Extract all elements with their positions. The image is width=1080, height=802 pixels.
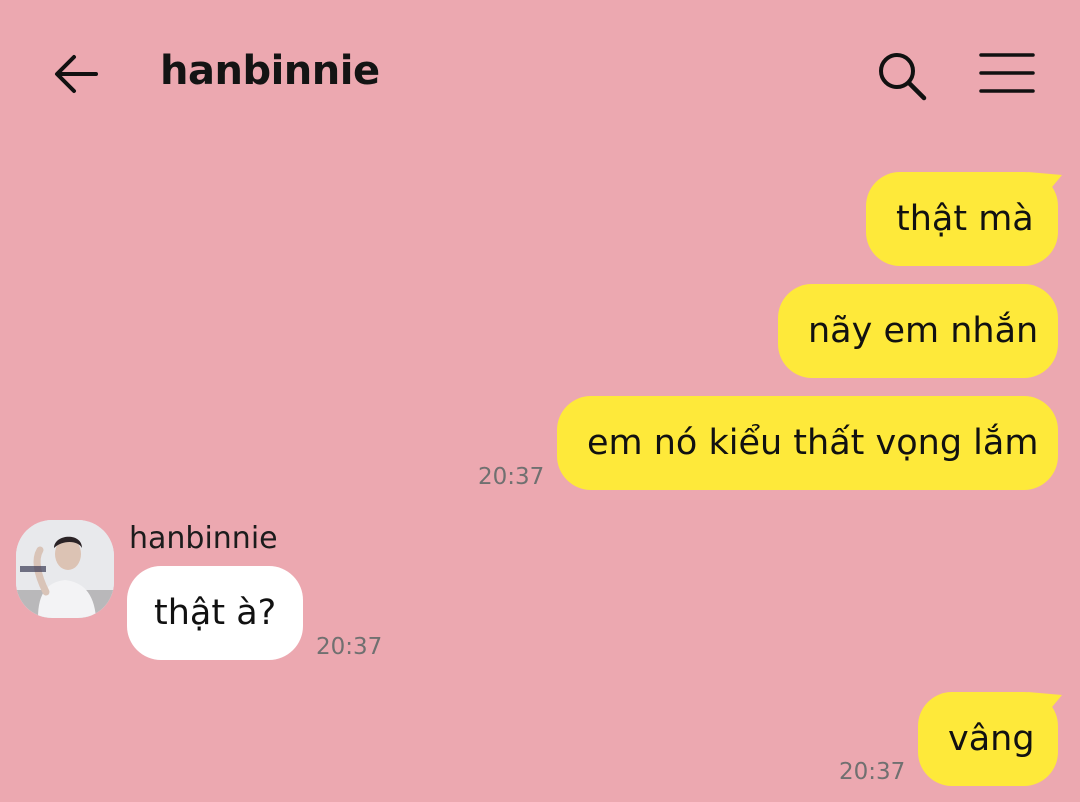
- incoming-message[interactable]: thật à?: [127, 566, 303, 660]
- hamburger-menu-icon: [979, 53, 1035, 93]
- message-timestamp: 20:37: [839, 759, 906, 785]
- outgoing-message[interactable]: vâng: [918, 692, 1058, 786]
- message-timestamp: 20:37: [478, 464, 545, 490]
- menu-button[interactable]: [978, 50, 1036, 96]
- arrow-left-icon: [55, 55, 98, 93]
- outgoing-message[interactable]: nãy em nhắn: [778, 284, 1058, 378]
- outgoing-message[interactable]: thật mà: [866, 172, 1058, 266]
- back-button[interactable]: [50, 50, 104, 98]
- chat-title: hanbinnie: [160, 48, 380, 94]
- message-timestamp: 20:37: [316, 634, 383, 660]
- sender-name: hanbinnie: [129, 521, 278, 556]
- profile-photo-icon: [16, 520, 114, 618]
- search-button[interactable]: [874, 50, 930, 102]
- outgoing-message[interactable]: em nó kiểu thất vọng lắm: [557, 396, 1058, 490]
- search-icon: [879, 53, 927, 101]
- chat-screen: hanbinnie thật mà nãy em nhắn em nó kiểu…: [0, 0, 1080, 802]
- chat-header: hanbinnie: [0, 0, 1080, 150]
- avatar[interactable]: [16, 520, 114, 618]
